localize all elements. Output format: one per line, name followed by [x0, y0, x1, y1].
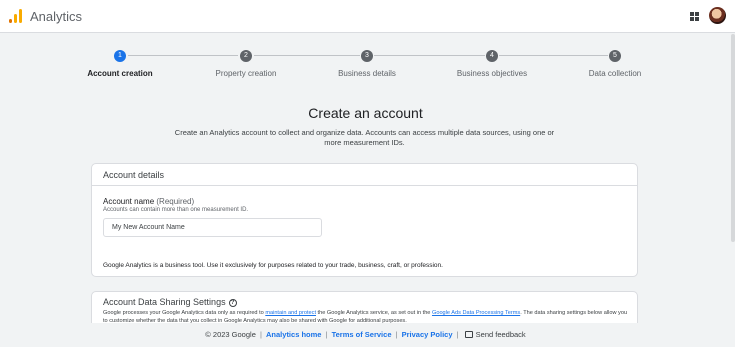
description-text: the Google Analytics service, as set out…	[316, 310, 432, 316]
data-sharing-heading-text: Account Data Sharing Settings	[103, 297, 226, 307]
data-processing-terms-link[interactable]: Google Ads Data Processing Terms	[432, 310, 520, 316]
account-name-hint: Accounts can contain more than one measu…	[103, 207, 249, 213]
analytics-home-link[interactable]: Analytics home	[266, 330, 321, 339]
business-tool-note: Google Analytics is a business tool. Use…	[103, 262, 443, 269]
top-app-bar: Analytics	[0, 0, 735, 33]
step-label: Property creation	[215, 69, 277, 78]
account-name-label: Account name (Required)	[103, 197, 194, 206]
data-sharing-heading: Account Data Sharing Settings?	[103, 297, 237, 307]
page-title: Create an account	[308, 105, 423, 121]
step-data-collection: 5 Data collection	[555, 45, 675, 78]
setup-stepper: 1 Account creation 2 Property creation 3…	[0, 45, 735, 85]
step-number: 5	[609, 50, 621, 62]
send-feedback-label: Send feedback	[475, 330, 526, 339]
account-name-label-text: Account name	[103, 197, 155, 206]
apps-grid-icon[interactable]	[690, 12, 699, 21]
page-description: Create an Analytics account to collect a…	[174, 128, 555, 147]
account-details-card: Account details Account name (Required) …	[91, 163, 638, 277]
step-number: 2	[240, 50, 252, 62]
feedback-icon	[464, 331, 473, 338]
step-number: 3	[361, 50, 373, 62]
user-avatar[interactable]	[709, 7, 726, 24]
step-label: Data collection	[588, 69, 642, 78]
separator: |	[395, 330, 398, 339]
separator: |	[259, 330, 262, 339]
step-business-objectives: 4 Business objectives	[432, 45, 552, 78]
copyright: © 2023 Google	[205, 330, 256, 339]
description-text: Google processes your Google Analytics d…	[103, 310, 266, 316]
analytics-logo-icon[interactable]	[9, 9, 22, 23]
account-name-input[interactable]	[103, 218, 322, 237]
step-business-details: 3 Business details	[307, 45, 427, 78]
footer: © 2023 Google | Analytics home | Terms o…	[0, 323, 731, 347]
step-label: Account creation	[87, 69, 153, 78]
maintain-protect-link[interactable]: maintain and protect	[265, 310, 316, 316]
separator: |	[325, 330, 328, 339]
step-account-creation: 1 Account creation	[60, 45, 180, 78]
step-property-creation: 2 Property creation	[186, 45, 306, 78]
step-label: Business details	[338, 69, 396, 78]
step-number: 1	[114, 50, 126, 62]
step-label: Business objectives	[456, 69, 528, 78]
privacy-policy-link[interactable]: Privacy Policy	[402, 330, 453, 339]
terms-of-service-link[interactable]: Terms of Service	[332, 330, 392, 339]
step-number: 4	[486, 50, 498, 62]
send-feedback-button[interactable]: Send feedback	[463, 330, 526, 339]
app-title[interactable]: Analytics	[30, 9, 82, 24]
required-marker: (Required)	[156, 197, 195, 206]
card-heading: Account details	[92, 164, 637, 186]
separator: |	[456, 330, 459, 339]
help-icon[interactable]: ?	[228, 299, 237, 307]
